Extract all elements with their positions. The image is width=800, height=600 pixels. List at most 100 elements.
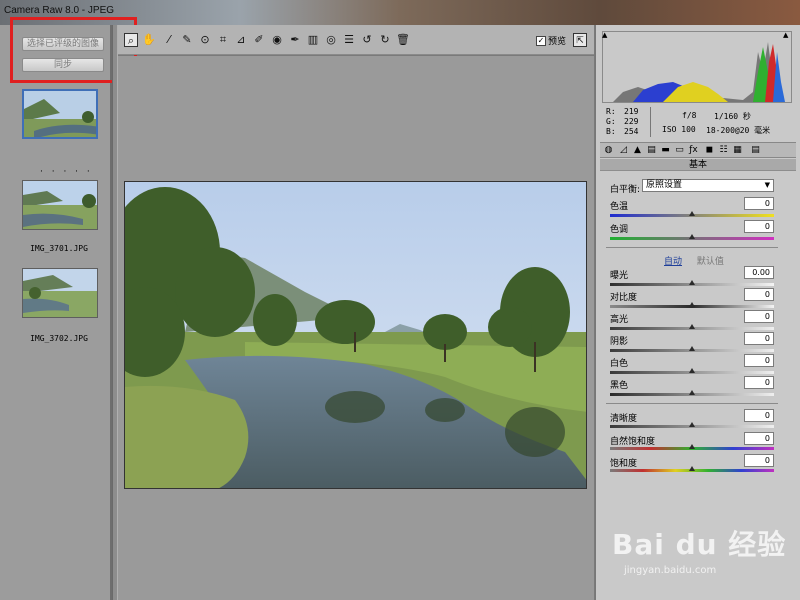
rotate-left-icon[interactable]: ↺ xyxy=(360,33,374,47)
red-eye-icon[interactable]: ◉ xyxy=(270,33,284,47)
camera-calibration-tab-icon[interactable]: ◼ xyxy=(704,145,715,156)
slider-knob[interactable] xyxy=(689,234,695,239)
chevron-down-icon: ▼ xyxy=(764,181,770,189)
split-toning-tab-icon[interactable]: ▬ xyxy=(660,145,671,156)
shadows-value[interactable]: 0 xyxy=(744,332,774,345)
rating-dots[interactable]: · · · · · xyxy=(40,167,93,177)
blacks-label: 黑色 xyxy=(610,381,629,391)
panel-title: 基本 xyxy=(600,159,796,171)
white-balance-value: 原照设置 xyxy=(646,180,683,190)
effects-tab-icon[interactable]: ƒx xyxy=(688,145,699,156)
highlights-slider[interactable] xyxy=(610,324,774,330)
slider-knob[interactable] xyxy=(689,466,695,471)
radial-filter-icon[interactable]: ◎ xyxy=(324,33,338,47)
watermark-url: jingyan.baidu.com xyxy=(624,565,717,576)
hsl-tab-icon[interactable]: ▤ xyxy=(646,145,657,156)
vibrance-value[interactable]: 0 xyxy=(744,432,774,445)
baidu-watermark: Bai du 经验 jingyan.baidu.com xyxy=(612,523,787,576)
zoom-icon[interactable]: ⌕ xyxy=(124,33,138,47)
crop-icon[interactable]: ⌗ xyxy=(216,33,230,47)
preferences-icon[interactable]: ☰ xyxy=(342,33,356,47)
auto-default-links: 自动 默认值 xyxy=(664,254,724,267)
slider-knob[interactable] xyxy=(689,302,695,307)
slider-knob[interactable] xyxy=(689,324,695,329)
graduated-filter-icon[interactable]: ▥ xyxy=(306,33,320,47)
exposure-value[interactable]: 0.00 xyxy=(744,266,774,279)
preview-checkbox[interactable]: ✓ xyxy=(536,35,546,46)
whites-label: 白色 xyxy=(610,359,629,369)
histogram-shadow-clip-icon[interactable]: ▲ xyxy=(602,31,607,39)
slider-knob[interactable] xyxy=(689,280,695,285)
shutter: 1/160 秒 xyxy=(714,112,751,121)
whites-slider[interactable] xyxy=(610,368,774,374)
highlights-value[interactable]: 0 xyxy=(744,310,774,323)
adjustment-brush-icon[interactable]: ✒ xyxy=(288,33,302,47)
thumbnail-label: IMG_3702.JPG xyxy=(30,334,88,343)
slider-knob[interactable] xyxy=(689,211,695,216)
slider-knob[interactable] xyxy=(689,346,695,351)
thumbnail-3[interactable] xyxy=(22,268,98,318)
white-balance-icon[interactable]: ⁄ xyxy=(162,33,176,47)
slider-knob[interactable] xyxy=(689,422,695,427)
auto-link[interactable]: 自动 xyxy=(664,257,682,267)
exposure-label: 曝光 xyxy=(610,271,629,281)
slider-knob[interactable] xyxy=(689,390,695,395)
fullscreen-icon[interactable]: ⇱ xyxy=(573,33,587,47)
snapshots-tab-icon[interactable]: ▦ xyxy=(732,145,743,156)
detail-tab-icon[interactable]: ▲ xyxy=(632,145,643,156)
blacks-value[interactable]: 0 xyxy=(744,376,774,389)
aperture: f/8 xyxy=(682,111,697,120)
default-link[interactable]: 默认值 xyxy=(697,257,724,267)
temperature-value[interactable]: 0 xyxy=(744,197,774,210)
temperature-slider[interactable] xyxy=(610,211,774,217)
tint-value[interactable]: 0 xyxy=(744,220,774,233)
target-adjust-icon[interactable]: ⊙ xyxy=(198,33,212,47)
tint-label: 色调 xyxy=(610,225,629,235)
clarity-value[interactable]: 0 xyxy=(744,409,774,422)
hand-icon[interactable]: ✋ xyxy=(142,33,156,47)
preview-image xyxy=(124,181,587,489)
rotate-right-icon[interactable]: ↻ xyxy=(378,33,392,47)
basic-tab-icon[interactable]: ◍ xyxy=(603,145,614,156)
r-value: 219 xyxy=(624,107,639,116)
white-balance-select[interactable]: 原照设置 ▼ xyxy=(642,179,774,192)
panel-menu-icon[interactable]: ▤ xyxy=(750,145,761,156)
presets-tab-icon[interactable]: ☷ xyxy=(718,145,729,156)
lens-tab-icon[interactable]: ▭ xyxy=(674,145,685,156)
panel-tabs: ◍ ◿ ▲ ▤ ▬ ▭ ƒx ◼ ☷ ▦ ▤ xyxy=(600,142,796,158)
trash-icon[interactable]: 🗑 xyxy=(396,33,410,47)
thumbnail-1[interactable] xyxy=(22,89,98,139)
preview-toggle[interactable]: ✓ 预览 xyxy=(536,34,566,47)
clarity-slider[interactable] xyxy=(610,422,774,428)
b-label: B: xyxy=(606,127,616,136)
histogram-highlight-clip-icon[interactable]: ▲ xyxy=(783,31,788,39)
saturation-slider[interactable] xyxy=(610,466,774,472)
tint-slider[interactable] xyxy=(610,234,774,240)
color-sampler-icon[interactable]: ✎ xyxy=(180,33,194,47)
contrast-slider[interactable] xyxy=(610,302,774,308)
watermark-brand: Bai du 经验 xyxy=(612,528,787,561)
vibrance-slider[interactable] xyxy=(610,444,774,450)
b-value: 254 xyxy=(624,127,639,136)
saturation-value[interactable]: 0 xyxy=(744,454,774,467)
slider-knob[interactable] xyxy=(689,368,695,373)
r-label: R: xyxy=(606,107,616,116)
shadows-slider[interactable] xyxy=(610,346,774,352)
straighten-icon[interactable]: ⊿ xyxy=(234,33,248,47)
contrast-value[interactable]: 0 xyxy=(744,288,774,301)
info-divider xyxy=(650,107,651,137)
preview-area xyxy=(118,56,594,600)
blacks-slider[interactable] xyxy=(610,390,774,396)
whites-value[interactable]: 0 xyxy=(744,354,774,367)
window-title: Camera Raw 8.0 - JPEG xyxy=(4,5,115,16)
slider-knob[interactable] xyxy=(689,444,695,449)
histogram xyxy=(602,31,792,103)
thumbnail-2[interactable] xyxy=(22,180,98,230)
exposure-slider[interactable] xyxy=(610,280,774,286)
spot-removal-icon[interactable]: ✐ xyxy=(252,33,266,47)
tone-curve-tab-icon[interactable]: ◿ xyxy=(618,145,629,156)
section-divider xyxy=(606,403,778,404)
g-label: G: xyxy=(606,117,616,126)
filmstrip: 选择已评级的图像 同步 · · · · · IMG_3700.JPG IMG_3… xyxy=(0,25,112,600)
temperature-label: 色温 xyxy=(610,202,629,212)
